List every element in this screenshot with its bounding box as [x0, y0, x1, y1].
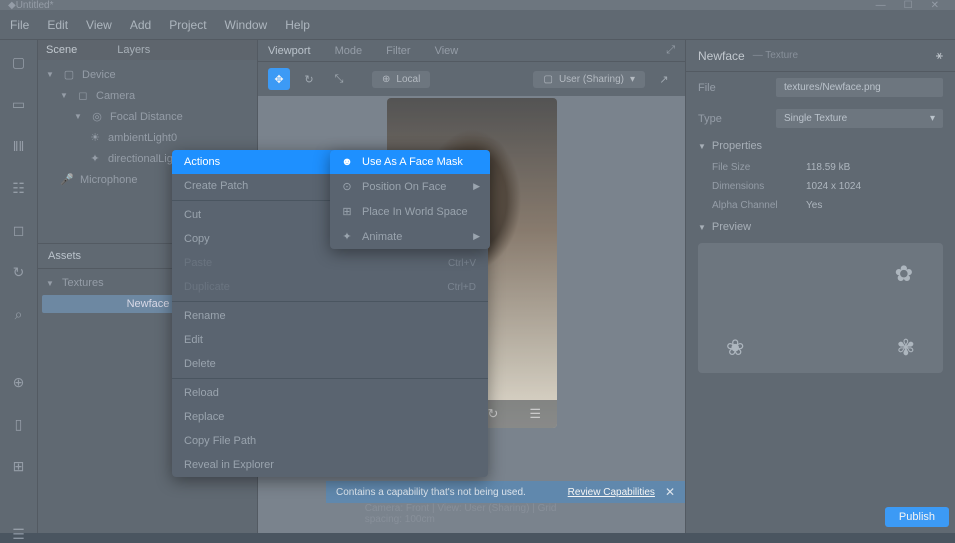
popout-icon[interactable]: ↗ — [653, 68, 675, 90]
switch-camera-icon[interactable]: ↻ — [487, 406, 498, 422]
toolbar-left: ▢ ▭ ‖‖ ☷ ◻ ↻ ⌕ ⊕ ▯ ⊞ ☰ — [0, 40, 38, 533]
file-label: File — [698, 82, 776, 94]
tool-camera-icon[interactable]: ▭ — [11, 96, 27, 112]
tree-camera[interactable]: ▼◻Camera — [38, 85, 257, 106]
viewport-title: Viewport — [268, 45, 311, 57]
inspector-menu-icon[interactable]: ⚹ — [936, 48, 943, 63]
ctx-copy-path[interactable]: Copy File Path — [172, 429, 488, 453]
tool-refresh-icon[interactable]: ↻ — [11, 264, 27, 280]
move-tool-icon[interactable]: ✥ — [268, 68, 290, 90]
menu-file[interactable]: File — [10, 18, 29, 32]
review-link[interactable]: Review Capabilities — [568, 487, 655, 498]
tool-search-icon[interactable]: ⌕ — [11, 306, 27, 322]
filesize-label: File Size — [712, 162, 806, 173]
ctx-paste: PasteCtrl+V — [172, 251, 488, 275]
tool-objects-icon[interactable]: ▢ — [11, 54, 27, 70]
ctx-replace[interactable]: Replace — [172, 405, 488, 429]
tool-audio-icon[interactable]: ‖‖ — [11, 138, 27, 154]
sub-world-space[interactable]: ⊞Place In World Space — [330, 199, 490, 224]
properties-header[interactable]: ▼Properties — [686, 134, 955, 158]
window-title: Untitled* — [16, 0, 876, 11]
tool-export-icon[interactable]: ⊞ — [11, 458, 27, 474]
maximize-icon[interactable]: ☐ — [904, 0, 913, 11]
alpha-label: Alpha Channel — [712, 200, 806, 211]
warning-banner: Contains a capability that's not being u… — [326, 481, 685, 503]
decoration-icon: ✾ — [897, 335, 915, 361]
menubar: File Edit View Add Project Window Help — [0, 10, 955, 40]
scale-tool-icon[interactable]: ⤡ — [328, 68, 350, 90]
pivot-toggle[interactable]: ⊕Local — [372, 71, 430, 88]
type-label: Type — [698, 113, 776, 125]
expand-icon[interactable]: ⤢ — [666, 44, 675, 57]
tool-plane-icon[interactable]: ◻ — [11, 222, 27, 238]
alpha-value: Yes — [806, 200, 822, 211]
ctx-delete[interactable]: Delete — [172, 352, 488, 376]
tree-device[interactable]: ▼▢Device — [38, 64, 257, 85]
inspector-title: Newface — [698, 49, 745, 63]
tool-add-icon[interactable]: ⊕ — [11, 374, 27, 390]
preview-header[interactable]: ▼Preview — [686, 215, 955, 239]
ctx-reveal[interactable]: Reveal in Explorer — [172, 453, 488, 477]
tool-device-icon[interactable]: ▯ — [11, 416, 27, 432]
minimize-icon[interactable]: — — [876, 0, 886, 11]
menu-view[interactable]: View — [86, 18, 112, 32]
sub-face-mask[interactable]: ☻Use As A Face Mask — [330, 150, 490, 174]
menu-window[interactable]: Window — [225, 18, 268, 32]
publish-button[interactable]: Publish — [885, 507, 949, 527]
tab-layers[interactable]: Layers — [117, 44, 150, 56]
close-icon[interactable]: ✕ — [931, 0, 939, 11]
viewport-view[interactable]: View — [435, 45, 459, 57]
ctx-reload[interactable]: Reload — [172, 381, 488, 405]
tree-focal[interactable]: ▼◎Focal Distance — [38, 106, 257, 127]
ctx-edit[interactable]: Edit — [172, 328, 488, 352]
tree-ambient[interactable]: ☀ambientLight0 — [38, 127, 257, 148]
tool-text-icon[interactable]: ☷ — [11, 180, 27, 196]
sub-position-face[interactable]: ⊙Position On Face▶ — [330, 174, 490, 199]
ctx-rename[interactable]: Rename — [172, 304, 488, 328]
warning-text: Contains a capability that's not being u… — [336, 487, 526, 498]
ctx-duplicate: DuplicateCtrl+D — [172, 275, 488, 299]
filesize-value: 118.59 kB — [806, 162, 850, 173]
dims-value: 1024 x 1024 — [806, 181, 861, 192]
menu-edit[interactable]: Edit — [47, 18, 68, 32]
dims-label: Dimensions — [712, 181, 806, 192]
status-info: Camera: Front | View: User (Sharing) | G… — [365, 503, 579, 525]
user-select[interactable]: ▢User (Sharing)▾ — [533, 71, 645, 88]
inspector: Newface — Texture ⚹ File textures/Newfac… — [685, 40, 955, 533]
decoration-icon: ✿ — [895, 261, 913, 287]
tab-scene[interactable]: Scene — [46, 44, 77, 56]
decoration-icon: ❀ — [726, 335, 744, 361]
actions-submenu: ☻Use As A Face Mask ⊙Position On Face▶ ⊞… — [330, 150, 490, 249]
tool-library-icon[interactable]: ☰ — [11, 526, 27, 542]
menu-project[interactable]: Project — [169, 18, 206, 32]
sub-animate[interactable]: ✦Animate▶ — [330, 224, 490, 249]
rotate-tool-icon[interactable]: ↻ — [298, 68, 320, 90]
app-icon: ◆ — [8, 0, 16, 11]
inspector-subtitle: — Texture — [753, 50, 798, 61]
menu-add[interactable]: Add — [130, 18, 151, 32]
menu-help[interactable]: Help — [285, 18, 310, 32]
file-value[interactable]: textures/Newface.png — [776, 78, 943, 97]
viewport-filter[interactable]: Filter — [386, 45, 410, 57]
viewport-menu-icon[interactable]: ☰ — [529, 406, 541, 422]
banner-close-icon[interactable]: ✕ — [665, 485, 675, 499]
viewport-mode[interactable]: Mode — [335, 45, 363, 57]
type-select[interactable]: Single Texture▾ — [776, 109, 943, 128]
texture-preview: ✿ ❀ ✾ — [698, 243, 943, 373]
titlebar: ◆ Untitled* — ☐ ✕ — [0, 0, 955, 10]
